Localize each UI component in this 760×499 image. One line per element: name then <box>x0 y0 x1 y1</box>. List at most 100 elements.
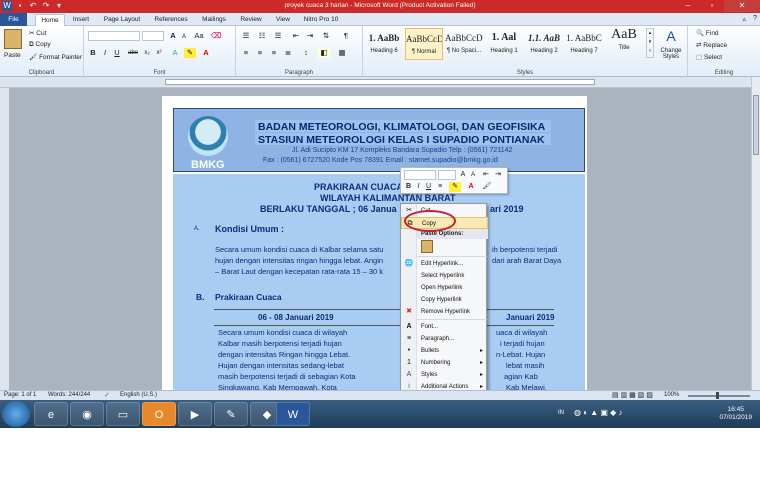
cut-button[interactable]: ✂ Cut <box>29 29 46 37</box>
tab-view[interactable]: View <box>271 14 295 26</box>
subscript-button[interactable]: x₂ <box>142 48 152 58</box>
font-size-combo[interactable] <box>142 31 164 41</box>
change-styles-icon[interactable]: A <box>657 28 685 44</box>
mini-italic-button[interactable]: I <box>414 182 423 192</box>
help-icon[interactable]: ? <box>753 15 757 22</box>
start-button[interactable] <box>2 401 30 427</box>
decrease-indent-icon[interactable]: ⇤ <box>290 31 302 41</box>
tab-nitro[interactable]: Nitro Pro 10 <box>300 14 342 26</box>
tab-mailings[interactable]: Mailings <box>198 14 230 26</box>
tab-home[interactable]: Home <box>35 14 65 26</box>
menu-item-paragraph[interactable]: ≡ Paragraph... <box>401 333 488 345</box>
mini-size-combo[interactable] <box>438 170 456 180</box>
change-styles-button[interactable]: Change Styles <box>656 48 686 60</box>
mini-format-painter-icon[interactable]: 🖌 <box>481 182 493 192</box>
zoom-slider[interactable] <box>688 395 750 397</box>
language-indicator[interactable]: English (U.S.) <box>120 392 157 398</box>
style-title[interactable]: AaB Title <box>605 28 643 60</box>
line-spacing-icon[interactable]: ↕ <box>300 48 312 58</box>
paste-button[interactable]: Paste <box>4 52 21 59</box>
font-color-icon[interactable]: A <box>200 48 212 58</box>
strikethrough-button[interactable]: abe <box>126 48 140 58</box>
ribbon-minimize-icon[interactable]: ▵ <box>742 15 746 23</box>
file-explorer-icon[interactable]: ▭ <box>106 402 140 426</box>
menu-item-font[interactable]: A Font... <box>401 321 488 333</box>
mini-underline-button[interactable]: U <box>424 182 433 192</box>
tab-page-layout[interactable]: Page Layout <box>100 14 144 26</box>
sort-icon[interactable]: ⇅ <box>320 31 332 41</box>
mini-font-color-button[interactable]: A <box>465 182 477 192</box>
grow-font-button[interactable]: A <box>168 31 178 41</box>
change-case-button[interactable]: Aa <box>192 31 206 41</box>
italic-button[interactable]: I <box>100 48 110 58</box>
horizontal-ruler[interactable] <box>0 77 760 88</box>
mini-highlight-icon[interactable]: ✎ <box>449 182 461 192</box>
underline-button[interactable]: U <box>112 48 122 58</box>
bullets-icon[interactable]: ☰ <box>240 31 252 41</box>
mini-center-icon[interactable]: ≡ <box>435 182 445 192</box>
mini-shrink-font-icon[interactable]: A <box>469 170 477 180</box>
style-heading-7[interactable]: 1. AaBbC Heading 7 <box>565 28 603 60</box>
menu-item-remove-hyperlink[interactable]: ✖ Remove Hyperlink <box>401 306 488 318</box>
highlight-icon[interactable]: ✎ <box>184 48 196 58</box>
page-count[interactable]: Page: 1 of 1 <box>4 392 36 398</box>
office-app-icon[interactable]: O <box>142 402 176 426</box>
mini-font-combo[interactable] <box>404 170 436 180</box>
superscript-button[interactable]: x² <box>154 48 164 58</box>
copy-button[interactable]: ⧉ Copy <box>29 41 51 49</box>
text-effects-icon[interactable]: A <box>170 48 180 58</box>
style-heading-6[interactable]: 1. AaBb Heading 6 <box>365 28 403 60</box>
scroll-thumb[interactable] <box>753 95 759 155</box>
clock[interactable]: 16:45 07/01/2019 <box>719 406 752 422</box>
numbering-icon[interactable]: ☷ <box>256 31 268 41</box>
justify-icon[interactable]: ≣ <box>282 48 294 58</box>
paint-icon[interactable]: ✎ <box>214 402 248 426</box>
menu-item-edit-hyperlink[interactable]: 🌐 Edit Hyperlink... <box>401 258 488 270</box>
menu-item-select-hyperlink[interactable]: Select Hyperlink <box>401 270 488 282</box>
select-button[interactable]: ⬚ Select <box>696 53 722 61</box>
find-button[interactable]: 🔍 Find <box>696 29 719 37</box>
shrink-font-button[interactable]: A <box>180 32 188 42</box>
document-page[interactable]: BMKG BADAN METEOROLOGI, KLIMATOLOGI, DAN… <box>162 96 587 392</box>
style-normal[interactable]: AaBbCcDc ¶ Normal <box>405 28 443 60</box>
align-center-icon[interactable]: ≡ <box>254 48 266 58</box>
mini-outdent-icon[interactable]: ⇥ <box>493 170 503 180</box>
view-buttons-icon[interactable]: ▤ ▥ ▦ ▧ ▨ <box>612 391 653 399</box>
internet-explorer-icon[interactable]: e <box>34 402 68 426</box>
align-right-icon[interactable]: ≡ <box>268 48 280 58</box>
mini-indent-icon[interactable]: ⇤ <box>481 170 491 180</box>
word-count[interactable]: Words: 244/244 <box>48 392 90 398</box>
minimize-icon[interactable]: – <box>676 0 700 12</box>
mini-bold-button[interactable]: B <box>404 182 413 192</box>
multilevel-list-icon[interactable]: ☰ <box>272 31 284 41</box>
tab-insert[interactable]: Insert <box>68 14 94 26</box>
increase-indent-icon[interactable]: ⇥ <box>304 31 316 41</box>
replace-button[interactable]: ⇄ Replace <box>696 41 727 49</box>
style-heading-2[interactable]: 1.1. AaB Heading 2 <box>525 28 563 60</box>
tray-icons[interactable]: ◍ ◐ ▲ ▣ ◆ ♪ <box>574 408 623 417</box>
zoom-level[interactable]: 100% <box>664 392 679 398</box>
tab-file[interactable]: File <box>0 13 27 26</box>
vertical-scrollbar[interactable] <box>751 77 760 390</box>
clear-formatting-icon[interactable]: ⌫ <box>210 31 222 41</box>
mini-grow-font-icon[interactable]: A <box>459 170 467 180</box>
shading-icon[interactable]: ◧ <box>318 48 330 58</box>
maximize-icon[interactable]: ▫ <box>700 0 724 12</box>
word-taskbar-icon[interactable]: W <box>276 402 310 426</box>
menu-item-bullets[interactable]: • Bullets ▸ <box>401 345 488 357</box>
menu-item-copy-hyperlink[interactable]: Copy Hyperlink <box>401 294 488 306</box>
show-marks-button[interactable]: ¶ <box>340 31 352 41</box>
media-player-icon[interactable]: ▶ <box>178 402 212 426</box>
menu-item-numbering[interactable]: 1 Numbering ▸ <box>401 357 488 369</box>
font-name-combo[interactable] <box>88 31 140 41</box>
language-tray[interactable]: IN <box>558 410 564 416</box>
style-no-spacing[interactable]: AaBbCcDc ¶ No Spaci... <box>445 28 483 60</box>
tab-references[interactable]: References <box>150 14 192 26</box>
format-painter-button[interactable]: 🖌 Format Painter <box>29 53 82 61</box>
close-icon[interactable]: ✕ <box>724 0 760 12</box>
menu-item-open-hyperlink[interactable]: Open Hyperlink <box>401 282 488 294</box>
styles-scroll-icon[interactable]: ▴ ▾ ▿ <box>646 28 654 58</box>
proofing-icon[interactable]: ✓ <box>104 391 110 399</box>
chrome-icon[interactable]: ◉ <box>70 402 104 426</box>
bold-button[interactable]: B <box>88 48 98 58</box>
